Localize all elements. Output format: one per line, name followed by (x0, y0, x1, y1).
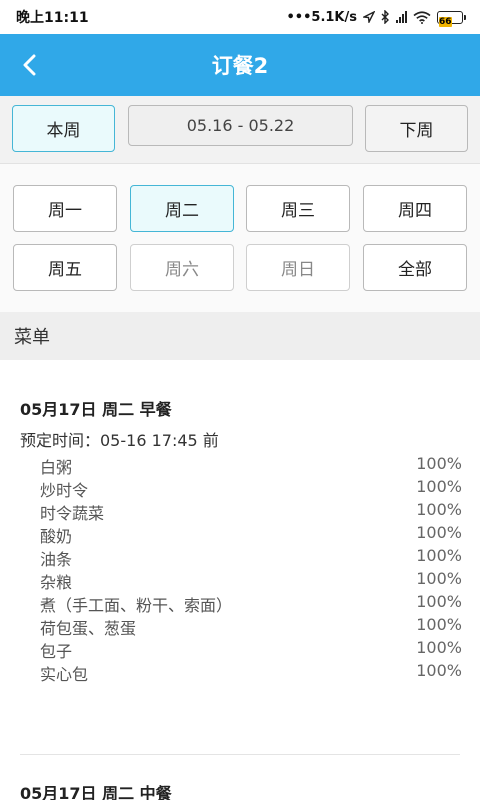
dish-name: 杂粮 (40, 573, 73, 592)
day-button-fri[interactable]: 周五 (13, 244, 117, 291)
dish-name: 荷包蛋、葱蛋 (40, 619, 137, 638)
dish-row: 炒时令 100% (40, 477, 462, 500)
dish-percent: 100% (416, 638, 462, 657)
back-button[interactable] (10, 45, 50, 85)
meal-list: 05月17日 周二 早餐 预定时间：05-16 17:45 前 白粥 100% 炒… (0, 360, 480, 800)
dish-percent: 100% (416, 500, 462, 519)
dish-name: 炒时令 (40, 481, 89, 500)
bluetooth-icon (381, 10, 389, 24)
menu-section-header: 菜单 (0, 312, 480, 360)
dish-percent: 100% (416, 569, 462, 588)
dish-percent: 100% (416, 661, 462, 680)
week-navigation: 本周 05.16 - 05.22 下周 (0, 96, 480, 164)
dish-percent: 100% (416, 615, 462, 634)
day-button-wed[interactable]: 周三 (246, 185, 350, 232)
signal-icon (396, 11, 407, 23)
dish-name: 包子 (40, 642, 73, 661)
dish-percent: 100% (416, 523, 462, 542)
dish-name: 油条 (40, 550, 73, 569)
date-range-display: 05.16 - 05.22 (128, 105, 353, 146)
status-time: 晚上11:11 (16, 10, 89, 26)
next-week-button[interactable]: 下周 (365, 105, 468, 152)
dish-row: 煮（手工面、粉干、索面） 100% (40, 592, 462, 615)
day-button-tue[interactable]: 周二 (130, 185, 234, 232)
status-icons: •••5.1K/s 66 (286, 9, 466, 27)
dish-row: 荷包蛋、葱蛋 100% (40, 615, 462, 638)
day-button-all[interactable]: 全部 (363, 244, 467, 291)
status-bar: 晚上11:11 •••5.1K/s 66 (0, 0, 480, 34)
battery-icon: 66 (437, 10, 466, 27)
dish-name: 时令蔬菜 (40, 504, 105, 523)
dish-row: 油条 100% (40, 546, 462, 569)
day-button-sat[interactable]: 周六 (130, 244, 234, 291)
day-button-sun[interactable]: 周日 (246, 244, 350, 291)
meal-title: 05月17日 周二 中餐 (20, 784, 172, 800)
chevron-left-icon (23, 54, 36, 76)
page-title: 订餐2 (211, 54, 269, 78)
dish-row: 酸奶 100% (40, 523, 462, 546)
dish-name: 白粥 (40, 458, 73, 477)
dish-percent: 100% (416, 592, 462, 611)
day-button-mon[interactable]: 周一 (13, 185, 117, 232)
dish-percent: 100% (416, 477, 462, 496)
network-speed: •••5.1K/s (286, 9, 357, 25)
wifi-icon (413, 10, 431, 24)
meal-title: 05月17日 周二 早餐 (20, 400, 172, 419)
title-bar: 订餐2 (0, 34, 480, 96)
this-week-button[interactable]: 本周 (12, 105, 115, 152)
dish-percent: 100% (416, 454, 462, 473)
dish-percent: 100% (416, 546, 462, 565)
dish-name: 酸奶 (40, 527, 73, 546)
dish-row: 包子 100% (40, 638, 462, 661)
dish-row: 时令蔬菜 100% (40, 500, 462, 523)
dish-row: 杂粮 100% (40, 569, 462, 592)
dish-name: 煮（手工面、粉干、索面） (40, 596, 233, 615)
battery-level: 66 (439, 16, 452, 27)
meal-divider (20, 754, 460, 755)
day-selector: 周一 周二 周三 周四 周五 周六 周日 全部 (0, 164, 480, 312)
dish-name: 实心包 (40, 665, 89, 684)
day-button-thu[interactable]: 周四 (363, 185, 467, 232)
meal-deadline: 预定时间：05-16 17:45 前 (20, 431, 219, 450)
location-icon (363, 11, 375, 23)
dish-row: 实心包 100% (40, 661, 462, 684)
dish-row: 白粥 100% (40, 454, 462, 477)
